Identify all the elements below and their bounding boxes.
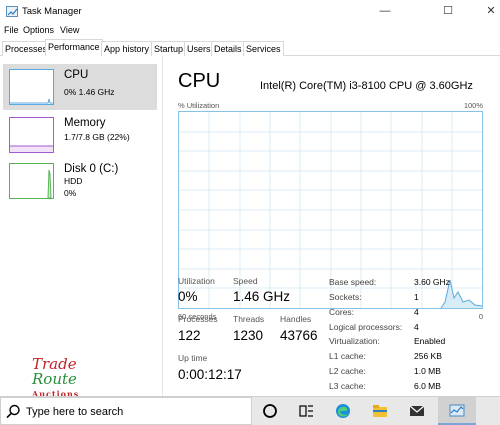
- utilization-axis-label: % Utilization: [178, 101, 220, 110]
- spec-label: Virtualization:: [329, 336, 380, 346]
- menu-bar: File Options View: [0, 24, 500, 38]
- tab-bar: Processes Performance App history Startu…: [0, 39, 500, 56]
- taskbar-task-manager-button[interactable]: [438, 397, 476, 425]
- task-manager-icon: [449, 404, 465, 417]
- utilization-label: Utilization: [178, 276, 215, 286]
- search-input[interactable]: [26, 404, 246, 420]
- resource-item-disk[interactable]: Disk 0 (C:) HDD 0%: [3, 158, 157, 204]
- menu-view[interactable]: View: [60, 25, 79, 35]
- spec-label: L2 cache:: [329, 366, 366, 376]
- tab-app-history[interactable]: App history: [101, 41, 153, 56]
- resource-name: Disk 0 (C:): [64, 163, 119, 175]
- spec-label: L3 cache:: [329, 381, 366, 391]
- task-manager-icon: [6, 6, 18, 17]
- resource-item-memory[interactable]: Memory 1.7/7.8 GB (22%): [3, 112, 157, 158]
- spec-value: 256 KB: [414, 351, 442, 361]
- spec-value: 1.0 MB: [414, 366, 441, 376]
- spec-value: 4: [414, 322, 419, 332]
- edge-icon[interactable]: [334, 402, 352, 420]
- utilization-value: 0%: [178, 289, 198, 304]
- maximize-button[interactable]: ☐: [425, 0, 471, 24]
- spec-label: Sockets:: [329, 292, 362, 302]
- resource-detail: HDD: [64, 176, 83, 186]
- spec-value: Enabled: [414, 336, 446, 346]
- spec-value: 3.60 GHz: [414, 277, 450, 287]
- spec-value: 1: [414, 292, 419, 302]
- tab-users[interactable]: Users: [184, 41, 214, 56]
- resource-name: Memory: [64, 117, 106, 129]
- cpu-model: Intel(R) Core(TM) i3-8100 CPU @ 3.60GHz: [260, 80, 473, 92]
- menu-file[interactable]: File: [4, 25, 19, 35]
- tab-details[interactable]: Details: [211, 41, 245, 56]
- spec-value: 4: [414, 307, 419, 317]
- processes-value: 122: [178, 328, 201, 343]
- logo-line-2: Route: [32, 370, 77, 388]
- uptime-value: 0:00:12:17: [178, 367, 242, 382]
- spec-label: Logical processors:: [329, 322, 403, 332]
- menu-options[interactable]: Options: [23, 25, 54, 35]
- disk-thumbnail-graph: [9, 163, 54, 199]
- spec-label: L1 cache:: [329, 351, 366, 361]
- taskbar-search-box[interactable]: [0, 397, 252, 425]
- utilization-axis-max: 100%: [463, 101, 483, 110]
- resource-detail: 0% 1.46 GHz: [64, 87, 115, 97]
- handles-label: Handles: [280, 314, 312, 324]
- taskbar: [0, 396, 500, 425]
- time-axis-end: 0: [478, 312, 483, 321]
- processes-label: Processes: [178, 314, 218, 324]
- speed-value: 1.46 GHz: [233, 289, 291, 304]
- threads-value: 1230: [233, 328, 264, 343]
- uptime-label: Up time: [178, 353, 208, 363]
- task-view-icon[interactable]: [297, 402, 315, 420]
- minimize-button[interactable]: —: [362, 0, 408, 24]
- close-button[interactable]: ✕: [468, 0, 500, 24]
- tab-processes[interactable]: Processes: [2, 41, 51, 56]
- cortana-circle-icon[interactable]: [261, 402, 279, 420]
- tab-services[interactable]: Services: [243, 41, 284, 56]
- page-title: CPU: [178, 70, 221, 92]
- resource-detail: 1.7/7.8 GB (22%): [64, 132, 130, 142]
- resource-list: CPU 0% 1.46 GHz Memory 1.7/7.8 GB (22%) …: [0, 56, 163, 396]
- file-explorer-icon[interactable]: [371, 402, 389, 420]
- tab-performance[interactable]: Performance: [45, 39, 103, 56]
- resource-name: CPU: [64, 69, 89, 81]
- title-bar: Task Manager — ☐ ✕: [0, 0, 500, 24]
- spec-label: Base speed:: [329, 277, 377, 287]
- threads-label: Threads: [233, 314, 265, 324]
- resource-item-cpu[interactable]: CPU 0% 1.46 GHz: [3, 64, 157, 110]
- memory-thumbnail-graph: [9, 117, 54, 153]
- window-title: Task Manager: [22, 6, 82, 17]
- spec-value: 6.0 MB: [414, 381, 441, 391]
- cpu-detail-pane: CPU Intel(R) Core(TM) i3-8100 CPU @ 3.60…: [165, 56, 500, 396]
- handles-value: 43766: [280, 328, 318, 343]
- tab-startup[interactable]: Startup: [151, 41, 187, 56]
- speed-label: Speed: [233, 276, 258, 286]
- search-icon: [6, 404, 20, 419]
- spec-label: Cores:: [329, 307, 355, 317]
- mail-icon[interactable]: [408, 402, 426, 420]
- resource-detail-usage: 0%: [64, 188, 77, 198]
- cpu-thumbnail-graph: [9, 69, 54, 105]
